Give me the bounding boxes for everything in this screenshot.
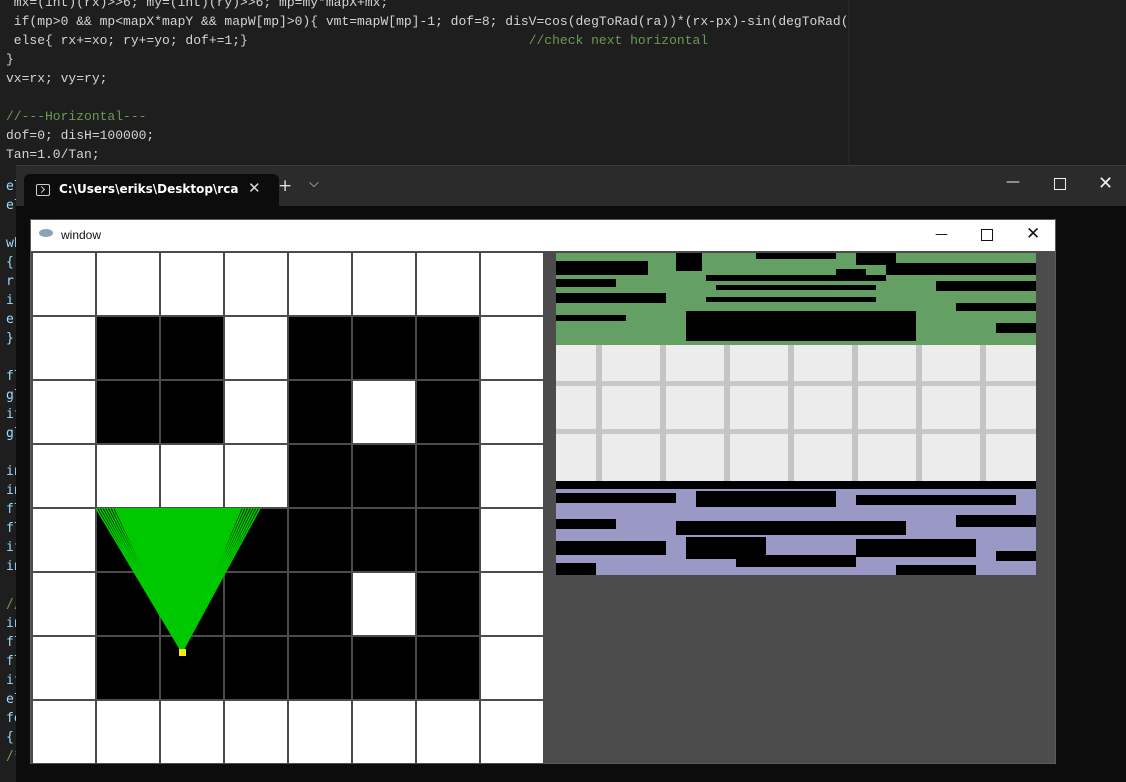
texture-shade xyxy=(556,519,616,529)
texture-shade xyxy=(956,303,1036,311)
terminal-tab[interactable]: C:\Users\eriks\Desktop\rcaste ✕ xyxy=(24,174,279,206)
code-line: else{ rx+=xo; ry+=yo; dof+=1;} //check n… xyxy=(6,33,709,48)
terminal-tab-bar: C:\Users\eriks\Desktop\rcaste ✕ + ⌵ — ✕ xyxy=(16,166,1126,206)
floor-texture xyxy=(556,481,1036,575)
new-tab-button[interactable]: + xyxy=(278,176,292,196)
texture-shade xyxy=(706,297,876,302)
texture-shade xyxy=(886,263,1036,275)
code-line: vx=rx; vy=ry; xyxy=(6,71,108,86)
top-down-map xyxy=(32,252,544,764)
first-person-view xyxy=(556,253,1036,575)
game-title-bar[interactable]: window — ✕ xyxy=(31,220,1055,251)
texture-shade xyxy=(996,551,1036,561)
texture-shade xyxy=(556,493,676,503)
player-marker xyxy=(179,649,186,656)
code-line: dof=0; disH=100000; xyxy=(6,128,155,143)
texture-shade xyxy=(556,279,616,287)
game-window[interactable]: window — ✕ xyxy=(30,219,1056,764)
texture-shade xyxy=(676,253,702,271)
close-window-button[interactable]: ✕ xyxy=(1098,173,1113,194)
code-line: mx=(int)(rx)>>6; my=(int)(ry)>>6; mp=my*… xyxy=(6,0,389,10)
code-fragment: { xyxy=(6,255,14,270)
texture-shade xyxy=(736,555,856,567)
texture-shade xyxy=(936,281,1036,291)
texture-shade xyxy=(556,541,666,555)
game-maximize-button[interactable] xyxy=(981,229,993,241)
code-fragment: r xyxy=(6,274,14,289)
close-tab-icon[interactable]: ✕ xyxy=(248,179,261,197)
texture-shade xyxy=(856,539,976,557)
ray-fill xyxy=(114,508,242,652)
code-fragment: { xyxy=(6,730,14,745)
terminal-tab-title: C:\Users\eriks\Desktop\rcaste xyxy=(59,182,239,196)
texture-shade xyxy=(556,563,596,575)
code-lines[interactable]: mx=(int)(rx)>>6; my=(int)(ry)>>6; mp=my*… xyxy=(6,0,850,164)
ray-fan xyxy=(95,507,261,653)
code-fragment: e xyxy=(6,312,14,327)
tab-dropdown-button[interactable]: ⌵ xyxy=(309,176,319,191)
texture-shade xyxy=(956,515,1036,527)
texture-shade xyxy=(556,293,666,303)
texture-shade xyxy=(836,269,866,277)
texture-shade xyxy=(856,495,1016,505)
texture-shade xyxy=(896,565,976,575)
minimize-button[interactable]: — xyxy=(1006,174,1020,190)
wall-texture xyxy=(556,345,1036,481)
texture-shade xyxy=(556,481,1036,489)
game-window-title: window xyxy=(61,228,102,242)
game-close-button[interactable]: ✕ xyxy=(1026,224,1040,244)
terminal-icon xyxy=(36,184,50,196)
texture-shade xyxy=(756,253,836,259)
code-line: Tan=1.0/Tan; xyxy=(6,147,100,162)
code-line: if(mp>0 && mp<mapX*mapY && mapW[mp]>0){ … xyxy=(6,14,850,29)
window-app-icon xyxy=(39,229,53,237)
code-fragment: } xyxy=(6,331,14,346)
texture-shade xyxy=(716,285,876,290)
code-lines-behind-terminal: el el wh{ r i e} fl gl if gl in in fl fl if in//in fl… xyxy=(0,165,22,781)
texture-shade xyxy=(996,323,1036,333)
code-fragment: i xyxy=(6,293,14,308)
texture-shade xyxy=(686,311,916,341)
texture-shade xyxy=(676,521,906,535)
code-line: //---Horizontal--- xyxy=(6,109,147,124)
texture-shade xyxy=(696,491,836,507)
texture-shade xyxy=(556,315,626,321)
texture-shade xyxy=(556,261,648,275)
game-minimize-button[interactable]: — xyxy=(935,227,948,242)
editor-minimap[interactable] xyxy=(848,0,850,165)
maximize-button[interactable] xyxy=(1054,178,1066,190)
code-line: } xyxy=(6,52,14,67)
ceiling-texture xyxy=(556,253,1036,345)
